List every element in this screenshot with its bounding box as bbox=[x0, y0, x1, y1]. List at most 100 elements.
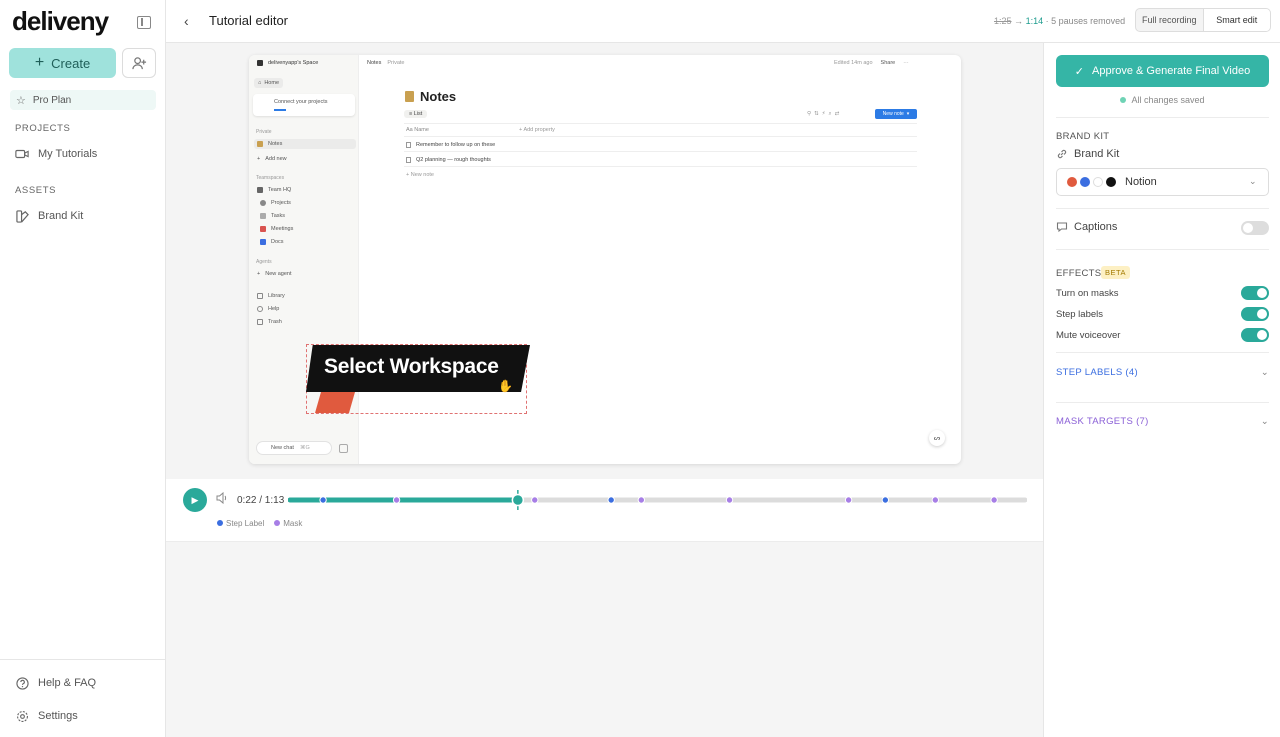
timeline-step-marker[interactable] bbox=[607, 496, 615, 504]
mute-voiceover-toggle[interactable] bbox=[1241, 328, 1269, 342]
playback-time: 0:22 / 1:13 bbox=[237, 495, 285, 506]
chevron-down-icon: ⌄ bbox=[1260, 367, 1269, 378]
brand-kit-select[interactable]: Notion ⌄ bbox=[1056, 168, 1269, 196]
palette-icon bbox=[15, 209, 29, 223]
captions-toggle[interactable] bbox=[1241, 221, 1269, 235]
full-recording-button[interactable]: Full recording bbox=[1136, 9, 1203, 31]
timeline-step-marker[interactable] bbox=[319, 496, 327, 504]
timeline-mask-marker[interactable] bbox=[931, 496, 940, 504]
video-camera-icon bbox=[15, 147, 29, 161]
legend-label: Mask bbox=[283, 519, 303, 528]
back-arrow-icon[interactable]: ‹ bbox=[184, 13, 189, 29]
timeline-mask-marker[interactable] bbox=[637, 496, 646, 504]
masks-toggle[interactable] bbox=[1241, 286, 1269, 300]
preview-assistant-icon: ᔕ bbox=[929, 430, 945, 446]
preview-new-note-button: New note ▾ bbox=[875, 109, 917, 119]
chevron-down-icon: ⌄ bbox=[1249, 176, 1257, 186]
preview-add-property: + Add property bbox=[519, 127, 555, 133]
swatch-black bbox=[1106, 177, 1116, 187]
check-icon: ✓ bbox=[1074, 65, 1085, 78]
legend-step-label: Step Label bbox=[217, 519, 264, 528]
preview-team-hq-label: Team HQ bbox=[268, 187, 292, 193]
app-logo[interactable]: deliveny bbox=[12, 6, 109, 37]
preview-agents-label: Agents bbox=[256, 259, 272, 265]
target-icon bbox=[260, 200, 266, 206]
more-horizontal-icon: ··· bbox=[903, 60, 909, 66]
preview-private-label: Private bbox=[256, 129, 272, 135]
create-button[interactable]: + Create bbox=[9, 48, 116, 78]
swatch-red bbox=[1067, 177, 1077, 187]
swatch-white bbox=[1093, 177, 1103, 187]
preview-add-property-label: Add property bbox=[523, 127, 555, 133]
preview-teamspaces-label: Teamspaces bbox=[256, 175, 285, 181]
mask-targets-accordion[interactable]: MASK TARGETS (7) ⌄ bbox=[1056, 416, 1269, 427]
timeline-mask-marker[interactable] bbox=[844, 496, 853, 504]
divider bbox=[404, 151, 917, 152]
preview-help-label: Help bbox=[268, 306, 280, 312]
brand-select-value: Notion bbox=[1125, 176, 1157, 188]
sidebar-item-settings[interactable]: Settings bbox=[15, 709, 78, 723]
captions-row: Captions bbox=[1056, 221, 1117, 233]
timeline-mask-marker[interactable] bbox=[392, 496, 401, 504]
step-labels-accordion[interactable]: STEP LABELS (4) ⌄ bbox=[1056, 367, 1269, 378]
help-circle-icon bbox=[15, 676, 29, 690]
preview-tasks: Tasks bbox=[260, 213, 285, 219]
video-preview-frame[interactable]: deliveny​app's Space ⌂ Home Connect your… bbox=[249, 55, 961, 464]
sidebar-item-my-tutorials[interactable]: My Tutorials bbox=[15, 147, 97, 161]
note-icon bbox=[405, 91, 414, 102]
add-user-icon bbox=[131, 56, 146, 69]
toggle-knob bbox=[1257, 288, 1267, 298]
preview-crumb-private: Private bbox=[387, 60, 405, 66]
trash-icon bbox=[257, 319, 263, 325]
save-status-label: All changes saved bbox=[1131, 95, 1205, 105]
approve-button-label: Approve & Generate Final Video bbox=[1092, 65, 1251, 77]
preview-toolbar-icons: ⚲⇅⚡⌕⇄ bbox=[807, 111, 843, 117]
smart-edit-button[interactable]: Smart edit bbox=[1202, 9, 1270, 31]
timeline-mask-marker[interactable] bbox=[990, 496, 998, 504]
invite-user-button[interactable] bbox=[122, 48, 156, 78]
pauses-removed-note: · 5 pauses removed bbox=[1045, 16, 1126, 26]
pro-plan-badge[interactable]: ☆ Pro Plan bbox=[10, 90, 156, 110]
star-icon: ☆ bbox=[16, 94, 26, 107]
divider bbox=[404, 136, 917, 137]
timeline-step-marker[interactable] bbox=[881, 496, 890, 504]
preview-shortcut: ⌘G bbox=[299, 445, 310, 451]
preview-trash: Trash bbox=[257, 319, 282, 325]
preview-list-tab-label: List bbox=[413, 111, 423, 117]
projects-heading: PROJECTS bbox=[15, 123, 71, 134]
step-labels-toggle[interactable] bbox=[1241, 307, 1269, 321]
timeline-mask-marker[interactable] bbox=[725, 496, 734, 504]
brand-kit-label: Brand Kit bbox=[1074, 148, 1120, 160]
preview-new-chat-label: New chat bbox=[271, 445, 294, 451]
sidebar-item-label: Brand Kit bbox=[38, 210, 84, 222]
step-dot-icon bbox=[217, 520, 223, 526]
sidebar-item-brand-kit[interactable]: Brand Kit bbox=[15, 209, 83, 223]
play-button[interactable]: ▶ bbox=[183, 488, 207, 512]
chevron-down-icon: ▾ bbox=[906, 111, 910, 117]
volume-icon[interactable] bbox=[216, 492, 228, 504]
link-icon bbox=[1057, 149, 1067, 159]
preview-docs: Docs bbox=[260, 239, 284, 245]
original-duration: 1:25 bbox=[994, 16, 1012, 26]
preview-connect-card: Connect your projects bbox=[253, 94, 355, 116]
preview-new-agent: + New agent bbox=[257, 271, 292, 277]
approve-generate-button[interactable]: ✓ Approve & Generate Final Video bbox=[1056, 55, 1269, 87]
workspace-icon bbox=[257, 60, 263, 66]
checklist-icon bbox=[260, 213, 266, 219]
sidebar-collapse-icon[interactable] bbox=[137, 16, 151, 29]
swatch-blue bbox=[1080, 177, 1090, 187]
page-icon bbox=[406, 157, 411, 163]
preview-notes-label: Notes bbox=[268, 141, 283, 147]
legend-label: Step Label bbox=[226, 519, 265, 528]
playhead-handle[interactable] bbox=[511, 493, 525, 507]
play-icon: ▶ bbox=[191, 494, 199, 505]
help-icon bbox=[257, 306, 263, 312]
preview-workspace-label: deliveny​app's Space bbox=[268, 60, 319, 66]
timeline-scrubber[interactable] bbox=[288, 490, 1027, 510]
effects-heading: EFFECTS bbox=[1056, 268, 1102, 279]
calendar-icon bbox=[260, 226, 266, 232]
sidebar-item-help[interactable]: Help & FAQ bbox=[15, 676, 96, 690]
editor-lower-area bbox=[166, 542, 1043, 737]
page-title: Tutorial editor bbox=[209, 13, 288, 28]
timeline-mask-marker[interactable] bbox=[531, 496, 539, 504]
